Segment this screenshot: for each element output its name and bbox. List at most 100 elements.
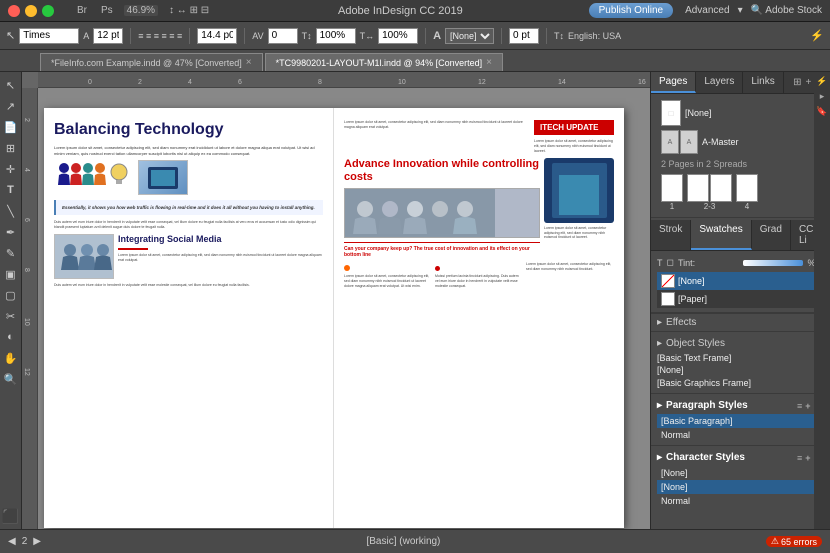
object-styles-title[interactable]: ▸ Object Styles ≡ [657,335,824,352]
ruler-mark-0: 0 [88,79,92,86]
normal-paragraph-item[interactable]: Normal [657,428,824,442]
ruler-mark-8: 8 [318,79,322,86]
gap-tool[interactable]: ⊞ [2,139,20,157]
character-styles-menu[interactable]: ≡ [797,453,802,463]
pencil-tool[interactable]: ✎ [2,244,20,262]
close-button[interactable] [8,5,20,17]
swatches-tab[interactable]: Swatches [691,220,751,250]
offset-input[interactable] [509,28,539,44]
search-stock[interactable]: 🔍 Adobe Stock [751,5,822,16]
none-value-label[interactable]: [None] [657,365,684,375]
paragraph-styles-label: Paragraph Styles [666,400,797,411]
font-family-input[interactable] [19,28,79,44]
gradient-tool[interactable]: ◐ [2,328,20,346]
tab-layout[interactable]: *TC9980201-LAYOUT-M1l.indd @ 94% [Conver… [265,53,503,71]
left-toolbar: ↖ ↗ 📄 ⊞ ✛ T ╲ ✒ ✎ ▣ ▢ ✂ ◐ ✋ 🔍 ⬛ [0,72,22,529]
swatch-paper-item[interactable]: [Paper] [657,290,824,308]
basic-paragraph-item[interactable]: [Basic Paragraph] [657,414,824,428]
frame-size-input[interactable] [197,28,237,44]
rect-tool[interactable]: ▢ [2,286,20,304]
tabs-bar: *FileInfo.com Example.indd @ 47% [Conver… [0,50,830,72]
page-thumbnails[interactable]: 1 2-3 4 [657,172,824,213]
direct-select-tool[interactable]: ↗ [2,97,20,115]
document-canvas[interactable]: Balancing Technology Lorem ipsum dolor s… [38,88,650,529]
right-edge-icon-2[interactable]: ▸ [820,91,825,102]
window-controls[interactable] [8,5,54,17]
paragraph-styles-add[interactable]: + [805,401,810,411]
font-size-input[interactable] [93,28,123,44]
tracking-input[interactable] [268,28,298,44]
zoom-tool[interactable]: 🔍 [2,370,20,388]
selection-tool[interactable]: ↖ [2,76,20,94]
scissors-tool[interactable]: ✂ [2,307,20,325]
pages-tab[interactable]: Pages [651,72,696,93]
scale-h-input[interactable] [316,28,356,44]
fill-stroke-icon[interactable]: ⬛ [2,507,20,525]
paragraph-styles-title[interactable]: ▸ Paragraph Styles ≡ + 🗑 [657,397,824,414]
basic-graphics-label[interactable]: [Basic Graphics Frame] [657,378,751,388]
character-styles-add[interactable]: + [805,453,810,463]
panel-grid-icon[interactable]: ⊞ [793,77,801,88]
tab-close-1[interactable]: × [246,57,252,68]
publish-online-button[interactable]: Publish Online [589,3,673,18]
line-tool[interactable]: ╲ [2,202,20,220]
next-page-button[interactable]: ▶ [33,536,41,547]
separator-2 [189,28,190,44]
error-badge[interactable]: ⚠ 65 errors [766,536,822,547]
scale-v-input[interactable] [378,28,418,44]
character-styles-title[interactable]: ▸ Character Styles ≡ + 🗑 [657,449,824,466]
swatch-none-item[interactable]: [None] × [657,272,824,290]
page-spread[interactable]: Balancing Technology Lorem ipsum dolor s… [44,108,624,528]
hand-tool[interactable]: ✋ [2,349,20,367]
char-none-item-2[interactable]: [None] [657,480,824,494]
grad-tab[interactable]: Grad [752,220,791,250]
ruler-mark-12: 12 [478,79,486,86]
minimize-button[interactable] [25,5,37,17]
panel-add-page-icon[interactable]: + [805,77,811,88]
body-text-1: Lorem ipsum dolor sit amet, consectetur … [54,145,323,156]
page-thumb-2-3[interactable]: 2-3 [687,174,732,211]
basic-text-frame-label[interactable]: [Basic Text Frame] [657,353,731,363]
char-normal-item[interactable]: Normal [657,494,824,508]
rect-frame-tool[interactable]: ▣ [2,265,20,283]
tint-slider[interactable] [743,260,803,266]
char-none-item-1[interactable]: [None] [657,466,824,480]
a-master-item[interactable]: A A A-Master [657,128,824,156]
content-tool[interactable]: ✛ [2,160,20,178]
workspace-label[interactable]: Advanced [685,5,729,16]
effects-title[interactable]: ▸ Effects ≡ [651,314,830,331]
right-edge-icon-1[interactable]: ⚡ [816,76,827,87]
maximize-button[interactable] [42,5,54,17]
page-tool[interactable]: 📄 [2,118,20,136]
tab-close-2[interactable]: × [486,57,492,68]
col-1-body: Lorem ipsum dolor sit amet, consectetur … [344,274,432,289]
a-master-label-group: A A A-Master [661,130,739,154]
page-thumb-4[interactable]: 4 [736,174,758,211]
pen-tool[interactable]: ✒ [2,223,20,241]
quick-apply-icon[interactable]: ⚡ [810,29,824,42]
advance-title: Advance Innovation while controlling cos… [344,158,540,184]
stroke-icon: ◻ [667,257,674,268]
none-master-item[interactable]: □ [None] [657,98,824,128]
tablet-placeholder [544,158,614,223]
right-edge-icon-3[interactable]: 🔖 [816,106,827,117]
prev-page-button[interactable]: ◀ [8,536,16,547]
none-dropdown-wrapper[interactable]: [None] [445,28,494,44]
ruler-mark-4: 4 [188,79,192,86]
tablet-area: Lorem ipsum dolor sit amet, consectetur … [544,158,614,258]
scale-icon: T↕ [302,31,312,41]
none-select[interactable]: [None] [445,28,494,44]
links-tab[interactable]: Links [743,72,783,93]
effects-label: Effects [666,317,819,328]
paragraph-styles-menu[interactable]: ≡ [797,401,802,411]
photoshop-icon[interactable]: Ps [98,5,116,16]
ruler-mark-left-3: 6 [23,218,30,222]
bridge-icon[interactable]: Br [74,5,90,16]
select-tool-icon[interactable]: ↖ [6,29,15,42]
page-thumb-1[interactable]: 1 [661,174,683,211]
stroke-tab[interactable]: Strok [651,220,691,250]
tab-file-info[interactable]: *FileInfo.com Example.indd @ 47% [Conver… [40,53,263,71]
type-tool[interactable]: T [2,181,20,199]
layers-tab[interactable]: Layers [696,72,743,93]
canvas-area[interactable]: 0 2 4 6 8 10 12 14 16 2 4 6 8 10 12 [22,72,650,529]
